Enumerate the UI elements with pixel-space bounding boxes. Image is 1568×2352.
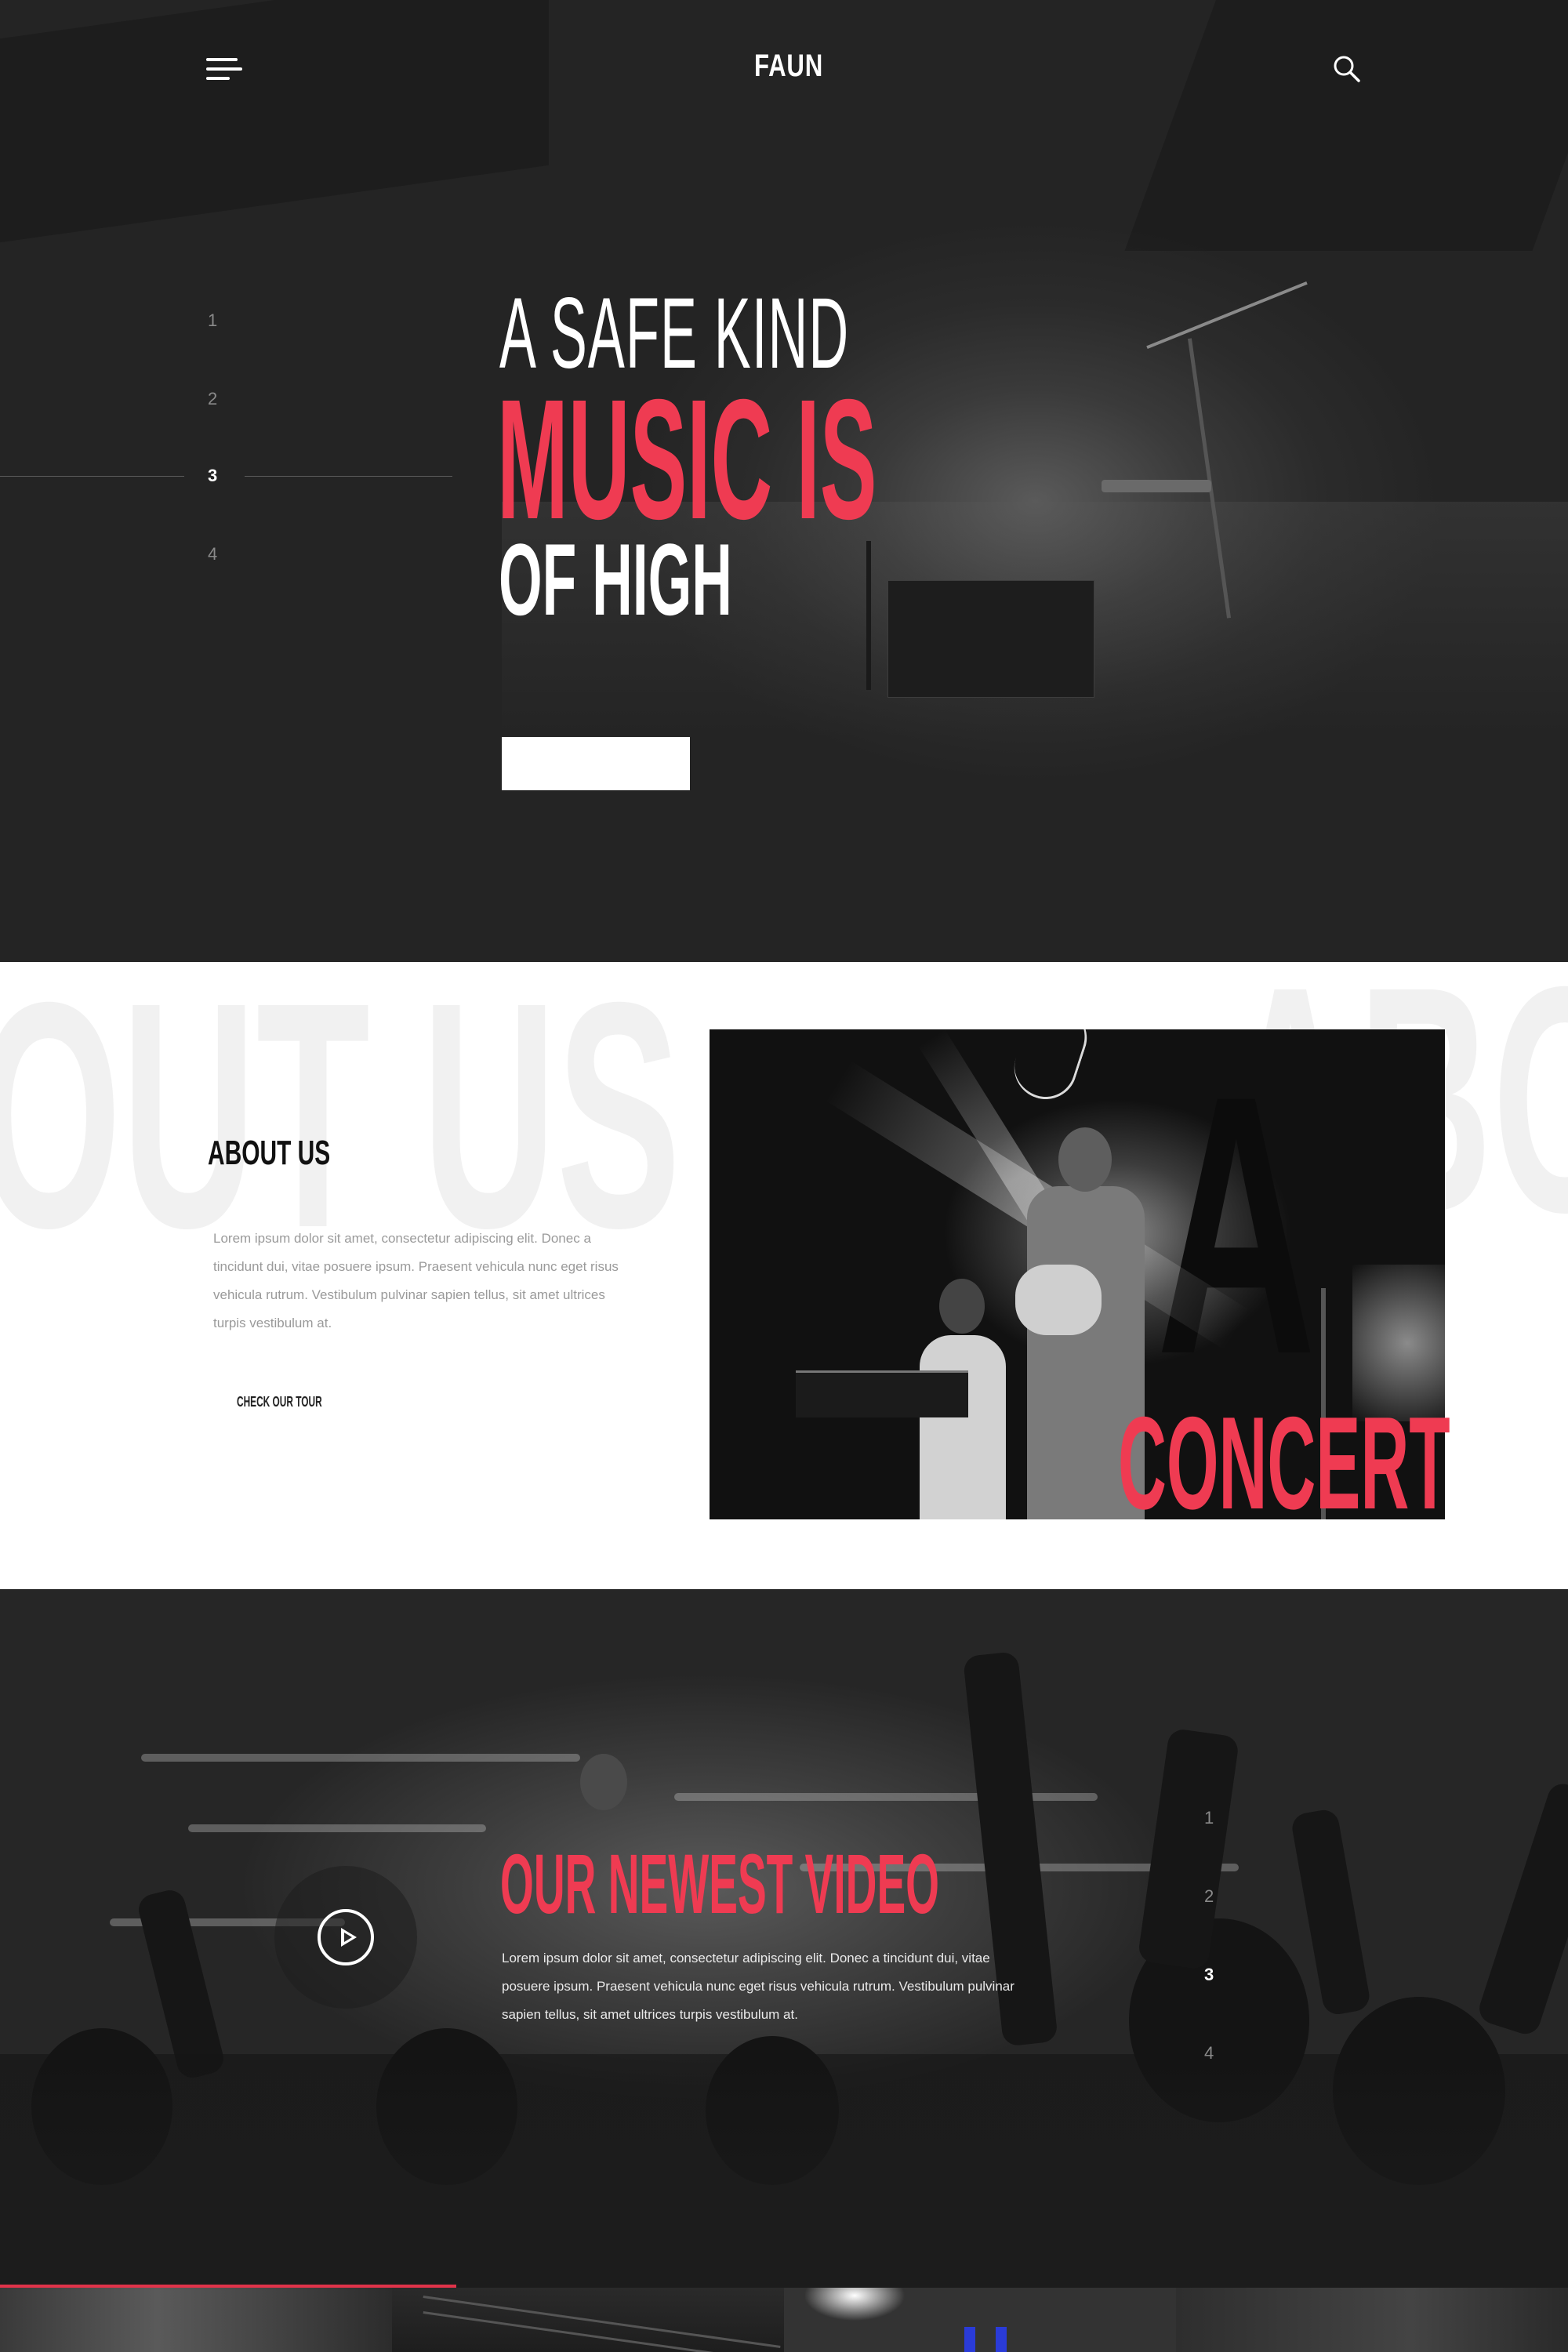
neon-sign (1006, 1029, 1095, 1108)
slide-indicator-line (245, 476, 452, 477)
guitar (1015, 1265, 1102, 1335)
video-slide-number-2[interactable]: 2 (1204, 1886, 1214, 1907)
check-our-tour-link[interactable]: CHECK OUR TOUR (237, 1394, 366, 1410)
guitarist-head (1058, 1127, 1112, 1192)
hero-headline-line3: OF HIGH (499, 522, 732, 637)
performer-head (580, 1754, 627, 1810)
gallery-thumbnail-4[interactable] (1176, 2288, 1568, 2352)
slide-number-2[interactable]: 2 (208, 389, 217, 409)
stage-light-bar (141, 1754, 580, 1762)
play-icon[interactable] (318, 1909, 374, 1965)
slide-indicator-line (0, 476, 184, 477)
background-shard (1124, 0, 1568, 251)
video-slide-number-3[interactable]: 3 (1204, 1965, 1214, 1985)
video-description: Lorem ipsum dolor sit amet, consectetur … (502, 1951, 1014, 2022)
hero-cta-button[interactable] (502, 737, 690, 790)
stage-light-bar (188, 1824, 486, 1832)
keyboardist-head (939, 1279, 985, 1334)
slide-number-1[interactable]: 1 (208, 310, 217, 331)
hamburger-menu-icon[interactable] (206, 58, 242, 80)
crowd-silhouette (0, 2054, 1568, 2289)
video-slide-number-4[interactable]: 4 (1204, 2043, 1214, 2063)
slide-number-4[interactable]: 4 (208, 544, 217, 564)
video-title: OUR NEWEST VIDEO (500, 1836, 940, 1931)
crowd-raised-arm (1475, 1780, 1568, 2038)
mic-boom (1146, 281, 1308, 350)
concert-caption: CONCERT (1118, 1389, 1450, 1537)
slide-number-3[interactable]: 3 (208, 466, 217, 486)
hero-section: FAUN 1 2 3 4 A SAFE KIND MUSIC IS OF HIG… (0, 0, 1568, 962)
keyboardist-figure (920, 1335, 1006, 1519)
gallery-thumbnail-1[interactable] (0, 2288, 392, 2352)
about-title: ABOUT US (208, 1134, 331, 1172)
stage-light-bar (674, 1793, 1098, 1801)
about-description: Lorem ipsum dolor sit amet, consectetur … (213, 1231, 619, 1330)
site-logo[interactable]: FAUN (754, 49, 843, 84)
gallery-thumbnail-2[interactable] (392, 2288, 784, 2352)
keyboard-instrument (796, 1370, 968, 1417)
gallery-thumbnail-3[interactable] (784, 2288, 1176, 2352)
background-shard (0, 0, 549, 243)
search-icon[interactable] (1333, 55, 1361, 83)
video-slide-number-1[interactable]: 1 (1204, 1808, 1214, 1828)
